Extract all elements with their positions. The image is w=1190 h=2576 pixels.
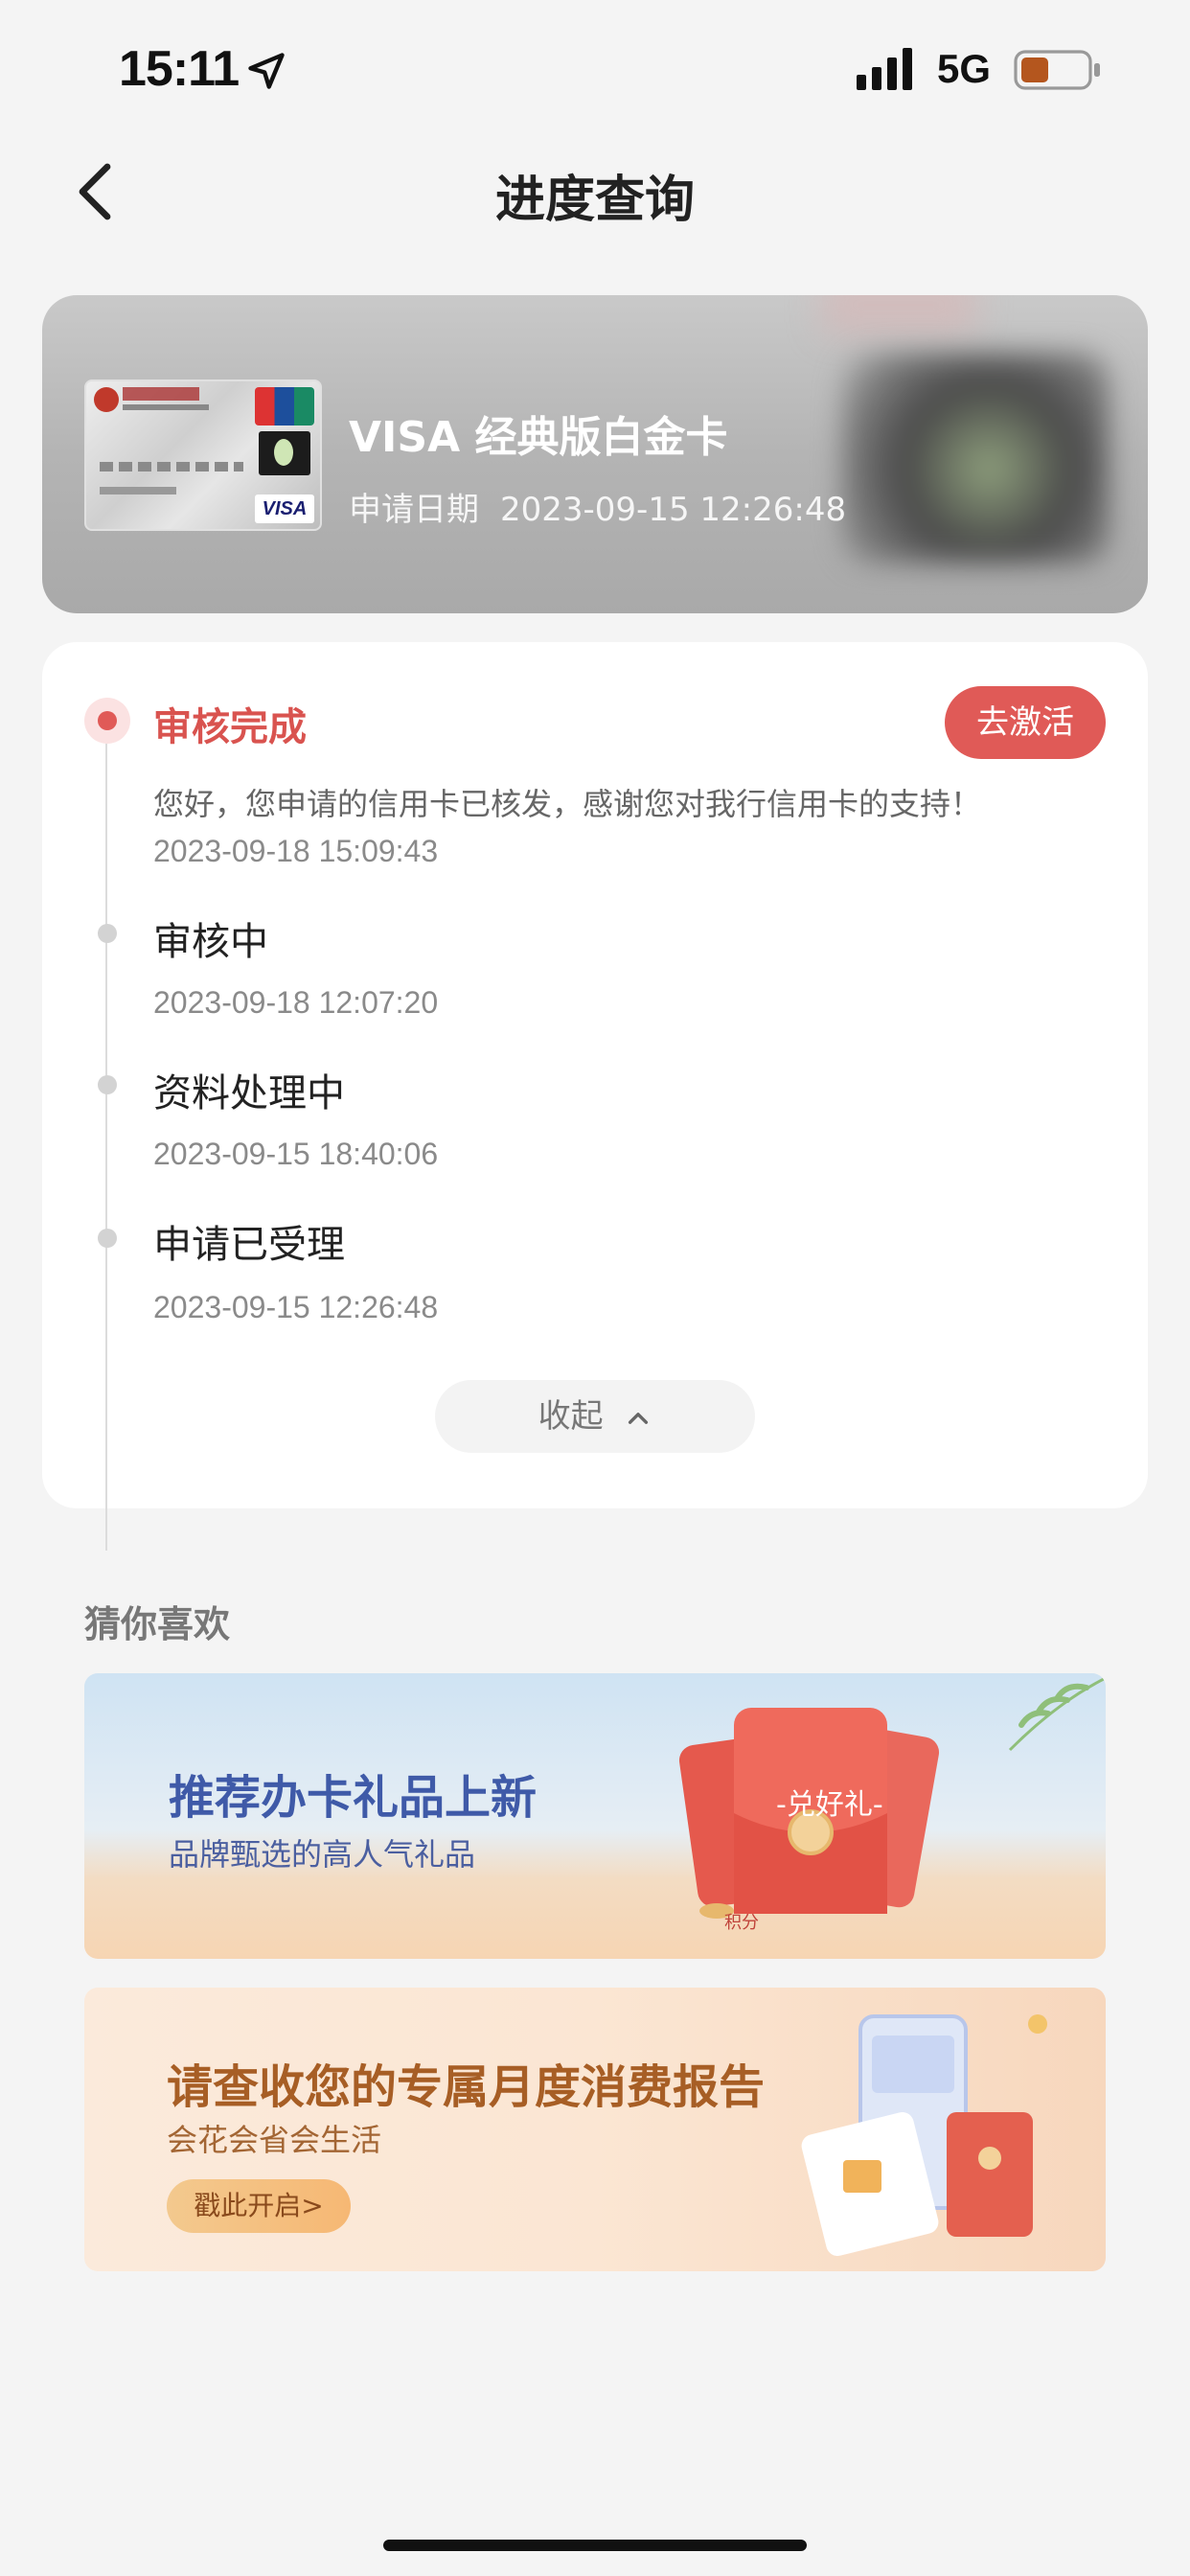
page-title: 进度查询 [494,172,695,229]
phone-report-illustration-icon [801,2014,1047,2257]
home-indicator[interactable] [383,2540,807,2551]
card-name: VISA 经典版白金卡 [349,413,728,462]
chevron-up-icon [629,1412,649,1424]
step-time: 2023-09-18 12:07:20 [153,985,439,1020]
timeline-connector [105,744,107,1551]
apply-date-line: 申请日期 2023-09-15 12:26:48 [349,483,846,530]
activate-button[interactable]: 去激活 [945,686,1106,759]
banner-subtitle: 会花会省会生活 [167,2122,382,2158]
collapse-button[interactable]: 收起 [435,1380,755,1453]
banner-title: 请查收您的专属月度消费报告 [167,2060,766,2114]
apply-date-label: 申请日期 [349,491,479,529]
unionpay-logo-icon [255,387,314,426]
network-type: 5G [937,46,992,91]
banner-subtitle: 品牌甄选的高人气礼品 [169,1836,476,1873]
step-title: 资料处理中 [153,1071,345,1116]
status-bar: 15:11 5G [0,0,1190,144]
gift-promo-banner[interactable]: -兑好礼- 积分 推荐办卡礼品上新 品牌甄选的高人气礼品 [84,1673,1106,1959]
blurred-card-art [841,353,1110,564]
status-time: 15:11 [119,41,240,97]
visa-logo: VISA [255,494,314,523]
red-envelope-icon [678,1708,940,1919]
current-step-indicator-icon [84,698,130,744]
step-description: 您好，您申请的信用卡已核发，感谢您对我行信用卡的支持！ [153,786,982,822]
credit-card-image: VISA [84,380,322,531]
step-title: 审核中 [153,920,268,964]
cellular-signal-icon [857,48,912,90]
bank-logo-icon [94,387,119,412]
section-title: 猜你喜欢 [84,1603,231,1645]
card-hologram-icon [259,431,310,475]
step-title: 申请已受理 [153,1223,345,1267]
progress-timeline: 审核完成 去激活 您好，您申请的信用卡已核发，感谢您对我行信用卡的支持！ 202… [42,642,1148,1551]
apply-date-value: 2023-09-15 12:26:48 [500,491,847,529]
step-indicator-icon [98,1075,117,1094]
step-indicator-icon [98,1229,117,1248]
card-summary: VISA VISA 经典版白金卡 申请日期 2023-09-15 12:26:48 [42,295,1148,613]
leaves-decoration-icon [1008,1676,1106,1752]
collapse-label: 收起 [538,1397,604,1436]
step-title: 审核完成 [153,705,307,749]
location-arrow-icon [248,53,285,89]
blurred-decoration [822,295,975,334]
step-indicator-icon [98,924,117,943]
badge-text: -兑好礼- [776,1788,883,1822]
step-time: 2023-09-18 15:09:43 [153,834,439,868]
step-time: 2023-09-15 12:26:48 [153,1290,439,1324]
spending-report-banner[interactable]: 请查收您的专属月度消费报告 会花会省会生活 戳此开启> [84,1988,1106,2271]
battery-icon [1014,50,1100,90]
step-time: 2023-09-15 18:40:06 [153,1137,439,1171]
banner-title: 推荐办卡礼品上新 [169,1771,538,1825]
points-label: 积分 [724,1913,759,1933]
open-report-button[interactable]: 戳此开启> [167,2179,351,2233]
